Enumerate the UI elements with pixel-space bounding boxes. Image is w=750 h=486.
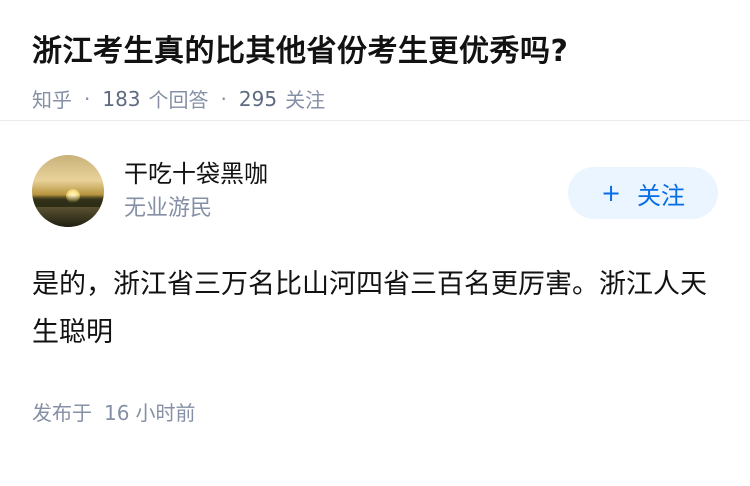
question-title[interactable]: 浙江考生真的比其他省份考生更优秀吗? [32, 30, 718, 74]
answer-content: 是的，浙江省三万名比山河四省三百名更厉害。浙江人天生聪明 [32, 269, 707, 348]
water-reflection [32, 207, 104, 227]
author-row: 干吃十袋黑咖 无业游民 + 关注 [32, 153, 718, 229]
answer-count-label[interactable]: 个回答 [149, 84, 209, 113]
posted-label: 发布于 [32, 401, 92, 425]
answer-card: 干吃十袋黑咖 无业游民 + 关注 是的，浙江省三万名比山河四省三百名更厉害。浙江… [0, 121, 750, 426]
separator-dot: · [84, 86, 91, 111]
follow-count-label: 关注 [285, 88, 326, 112]
question-header: 浙江考生真的比其他省份考生更优秀吗? 知乎 · 183 个回答 · 295 关注 [0, 0, 750, 121]
question-meta: 知乎 · 183 个回答 · 295 关注 [32, 84, 718, 113]
author-info: 干吃十袋黑咖 无业游民 [124, 157, 568, 225]
author-name[interactable]: 干吃十袋黑咖 [124, 157, 568, 191]
plus-icon: + [600, 179, 622, 207]
source-label[interactable]: 知乎 [32, 84, 72, 113]
follow-count: 295 [238, 86, 278, 111]
separator-dot: · [220, 86, 227, 111]
follow-button-label: 关注 [637, 181, 686, 210]
posted-value: 16 [104, 401, 130, 425]
answer-count: 183 [102, 86, 141, 111]
author-bio: 无业游民 [124, 196, 213, 221]
posted-unit: 小时前 [135, 401, 196, 425]
avatar[interactable] [32, 155, 104, 227]
post-time: 发布于 16 小时前 [32, 397, 718, 426]
follow-button[interactable]: + 关注 [568, 167, 718, 219]
